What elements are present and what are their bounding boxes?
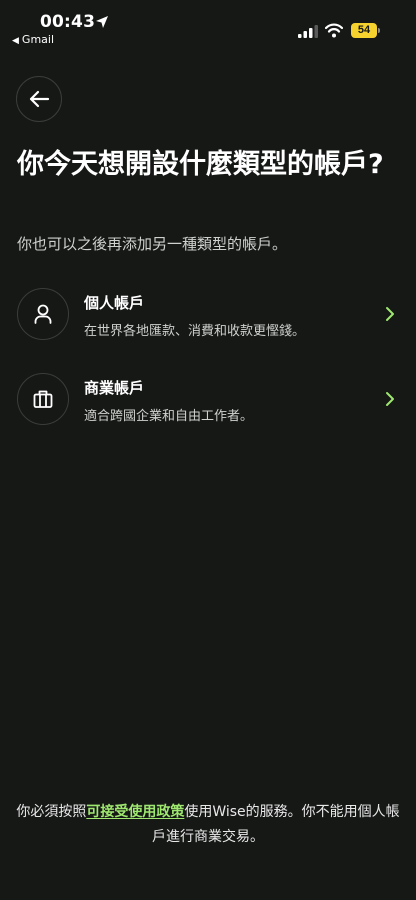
personal-account-option[interactable]: 個人帳戶 在世界各地匯款、消費和收款更慳錢。	[0, 280, 416, 350]
business-account-title: 商業帳戶	[84, 379, 145, 397]
back-button[interactable]	[16, 76, 62, 122]
battery-icon: 54	[351, 23, 377, 38]
person-icon	[34, 304, 52, 324]
business-account-description: 適合跨國企業和自由工作者。	[84, 409, 254, 424]
personal-account-description: 在世界各地匯款、消費和收款更慳錢。	[84, 324, 306, 339]
chevron-right-icon	[386, 307, 394, 321]
back-to-app-link[interactable]: ◀ Gmail	[12, 33, 54, 46]
footer-text-before: 你必須按照	[16, 804, 87, 820]
business-account-option[interactable]: 商業帳戶 適合跨國企業和自由工作者。	[0, 365, 416, 435]
personal-icon-circle	[17, 288, 69, 340]
footer-notice: 你必須按照可接受使用政策使用Wise的服務。你不能用個人帳戶進行商業交易。	[16, 800, 400, 850]
page-title: 你今天想開設什麼類型的帳戶?	[17, 149, 384, 180]
signal-icon	[298, 25, 318, 38]
status-bar: 00:43 ◀ Gmail 54	[0, 0, 416, 50]
wifi-icon	[325, 23, 343, 38]
acceptable-use-policy-link[interactable]: 可接受使用政策	[86, 804, 184, 820]
back-app-label: Gmail	[21, 33, 55, 46]
chevron-right-icon	[386, 392, 394, 406]
arrow-left-icon	[29, 90, 50, 108]
briefcase-icon	[33, 390, 53, 408]
battery-nub	[378, 28, 380, 33]
personal-account-title: 個人帳戶	[84, 294, 145, 312]
footer-text-after: 使用Wise的服務。你不能用個人帳戶進行商業交易。	[152, 804, 400, 845]
page-subtitle: 你也可以之後再添加另一種類型的帳戶。	[17, 235, 288, 253]
business-icon-circle	[17, 373, 69, 425]
status-time: 00:43	[40, 12, 96, 32]
back-triangle-icon: ◀	[12, 36, 19, 46]
location-arrow-icon	[96, 16, 108, 28]
